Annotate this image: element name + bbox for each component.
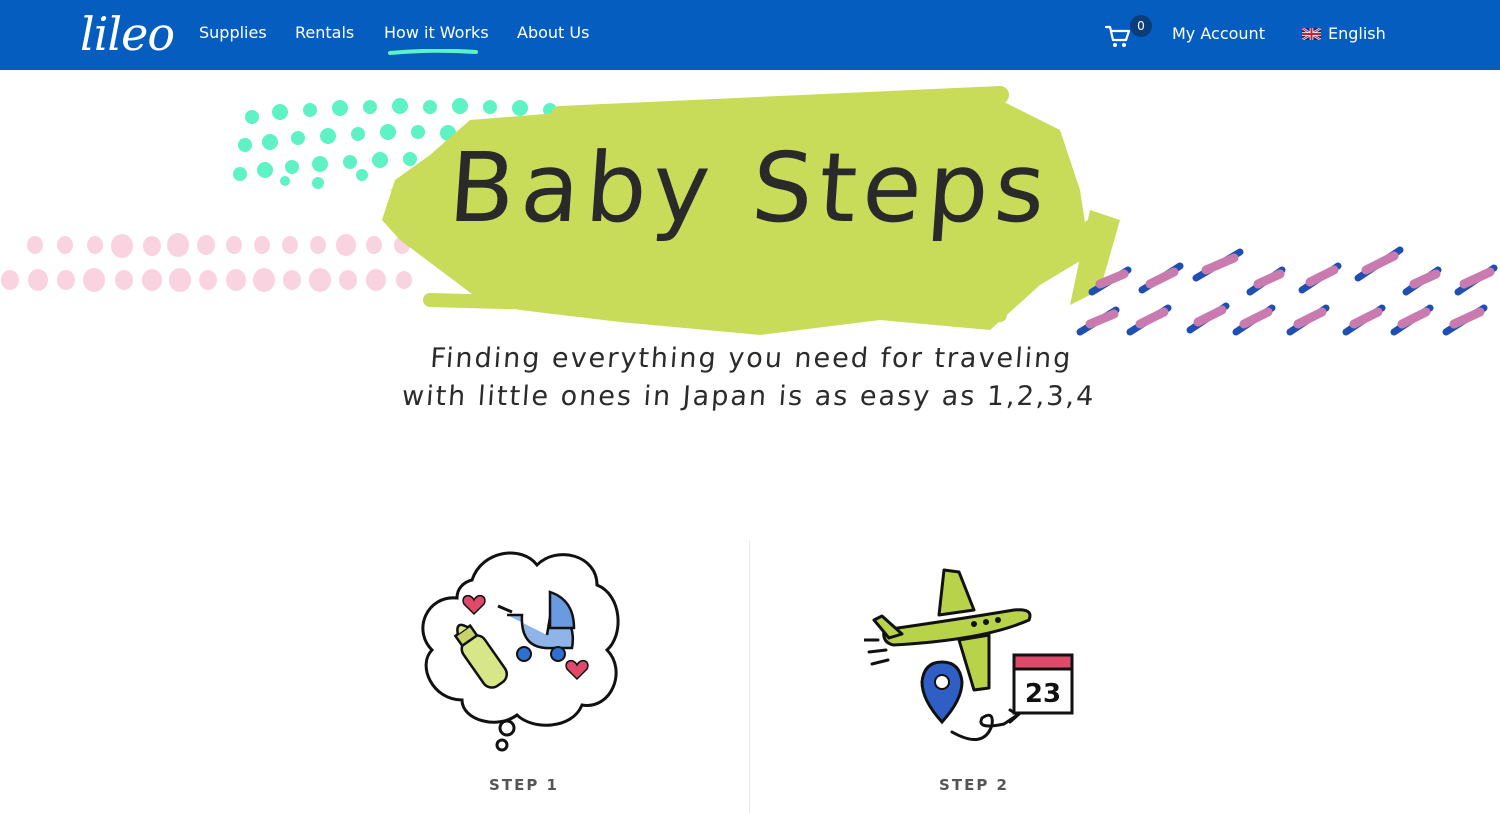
step-1-label: STEP 1 [489, 776, 559, 794]
nav-link-how-it-works[interactable]: How it Works [384, 23, 489, 43]
uk-flag-icon [1302, 27, 1321, 40]
nav-link-about-us[interactable]: About Us [517, 23, 589, 43]
language-selector[interactable]: English [1302, 24, 1386, 43]
step-2-label: STEP 2 [939, 776, 1009, 794]
hero-subtitle-line-2: with little ones in Japan is as easy as … [400, 381, 1097, 412]
cart-icon[interactable] [1104, 22, 1132, 50]
top-navbar: lileo Supplies Rentals How it Works Abou… [0, 0, 1500, 70]
hero-subtitle: Finding everything you need for travelin… [377, 340, 1122, 416]
baby-supplies-thought-bubble-icon [421, 551, 620, 752]
steps-divider [749, 540, 750, 813]
active-link-underline [388, 49, 478, 55]
my-account-link[interactable]: My Account [1172, 24, 1265, 43]
hero-title: Baby Steps [445, 132, 1055, 244]
hero-subtitle-line-1: Finding everything you need for travelin… [429, 343, 1074, 374]
nav-link-rentals[interactable]: Rentals [295, 23, 354, 43]
nav-link-supplies[interactable]: Supplies [199, 23, 267, 43]
calendar-day-number: 23 [1025, 679, 1061, 709]
pink-dots-decoration [1, 233, 412, 292]
blue-stroke-decoration [1076, 246, 1498, 336]
airplane-location-calendar-icon: 23 [864, 568, 1074, 741]
cart-count-badge: 0 [1130, 15, 1152, 37]
language-label: English [1328, 24, 1386, 43]
lileo-logo[interactable]: lileo [80, 6, 175, 62]
